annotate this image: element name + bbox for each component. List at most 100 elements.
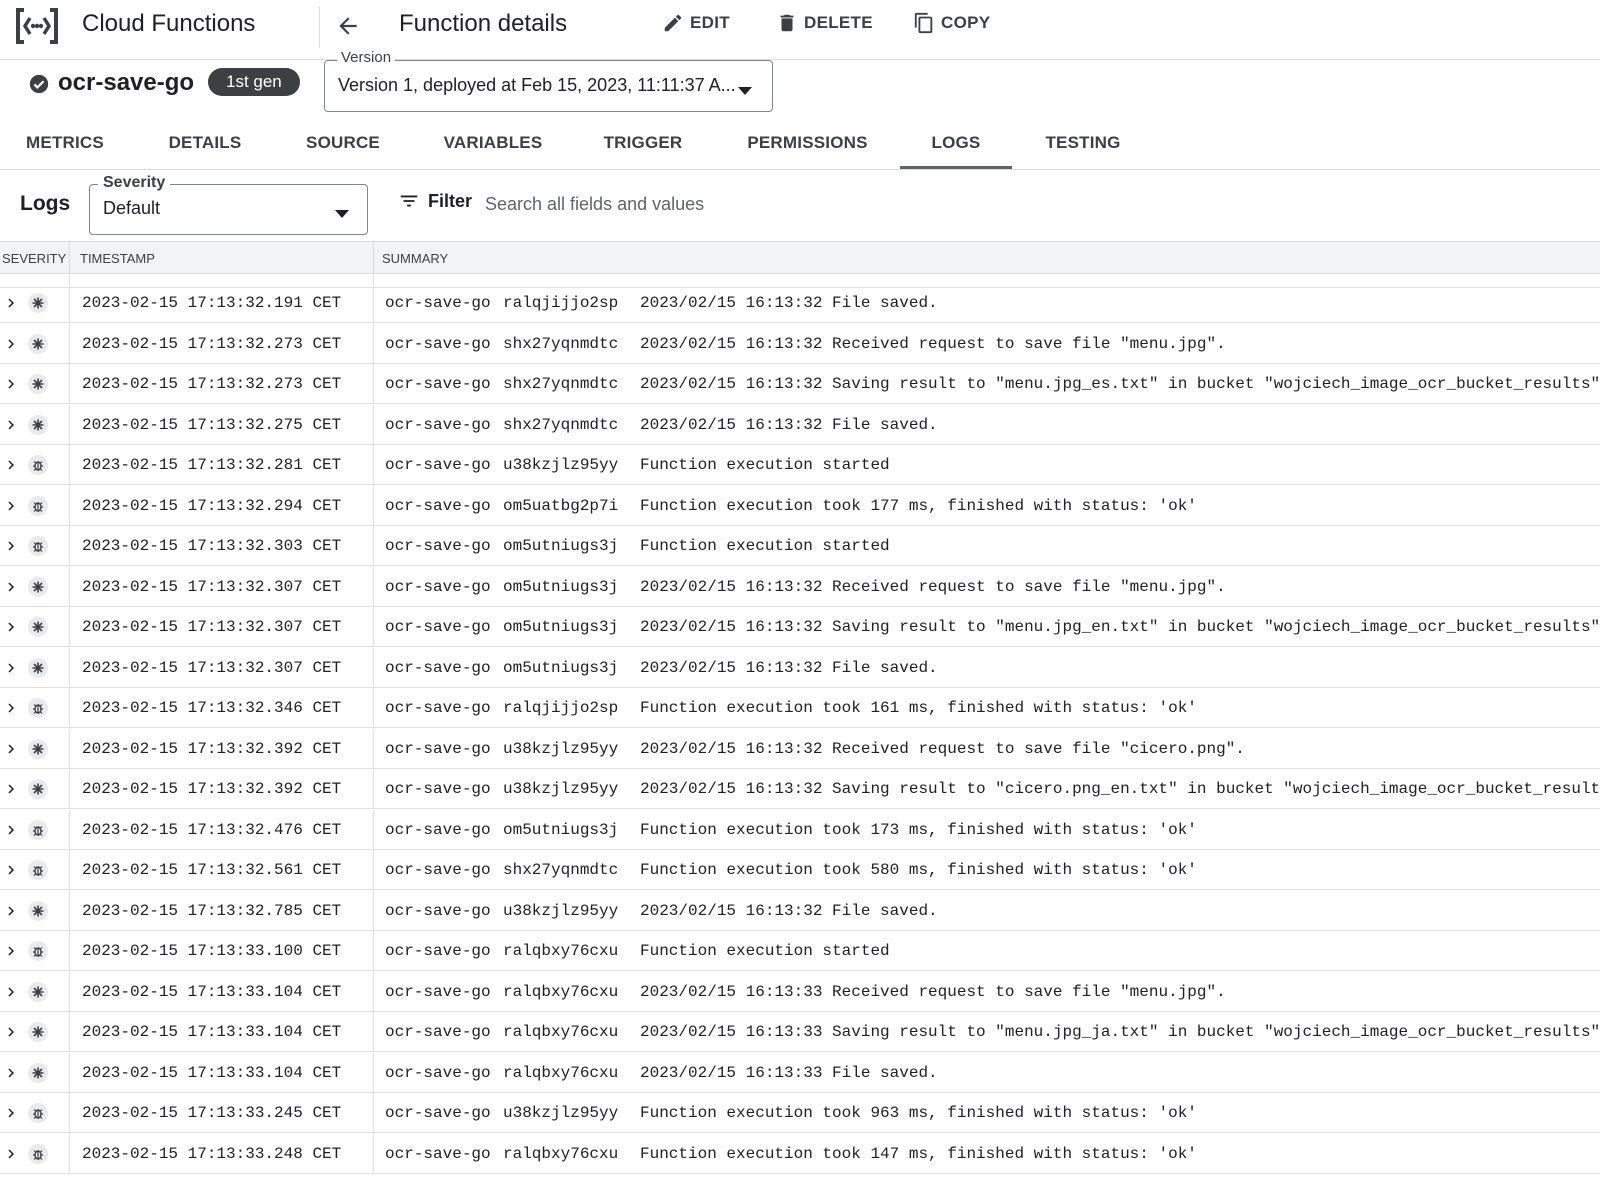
log-timestamp: 2023-02-15 17:13:32.476 CET (82, 820, 342, 839)
log-row[interactable]: 2023-02-15 17:13:32.561 CET ocr-save-go sh… (0, 850, 1600, 890)
chevron-right-icon[interactable] (2, 537, 20, 555)
column-divider (373, 931, 374, 971)
log-row[interactable]: 2023-02-15 17:13:32.273 CET ocr-save-go sh… (0, 323, 1600, 364)
column-divider (69, 283, 70, 323)
log-row[interactable]: 2023-02-15 17:13:32.346 CET ocr-save-go ra… (0, 688, 1600, 728)
chevron-right-icon[interactable] (2, 861, 20, 879)
log-row[interactable]: 2023-02-15 17:13:32.294 CET ocr-save-go om… (0, 485, 1600, 526)
log-execution-id: u38kzjlz95yy (503, 901, 619, 920)
log-row[interactable]: 2023-02-15 17:13:32.273 CET ocr-save-go sh… (0, 364, 1600, 404)
tab-logs[interactable]: LOGS (900, 117, 1012, 169)
severity-debug-icon (28, 860, 48, 880)
chevron-right-icon[interactable] (2, 1023, 20, 1041)
log-timestamp: 2023-02-15 17:13:32.281 CET (82, 456, 342, 474)
log-row[interactable]: 2023-02-15 17:13:32.191 CET ocr-save-go ra… (0, 283, 1600, 323)
column-divider (373, 809, 374, 850)
log-row[interactable]: 2023-02-15 17:13:33.245 CET ocr-save-go u3… (0, 1093, 1600, 1133)
log-row[interactable]: 2023-02-15 17:13:32.392 CET ocr-save-go u3… (0, 769, 1600, 809)
column-header-severity[interactable]: SEVERITY (2, 251, 66, 266)
log-row[interactable]: 2023-02-15 17:13:32.307 CET ocr-save-go om… (0, 566, 1600, 607)
log-row[interactable]: 2023-02-15 17:13:32.307 CET ocr-save-go om… (0, 647, 1600, 688)
tab-testing[interactable]: TESTING (1028, 117, 1138, 169)
chevron-right-icon[interactable] (2, 942, 20, 960)
column-divider (69, 728, 70, 769)
chevron-right-icon[interactable] (2, 497, 20, 515)
copy-button[interactable]: COPY (913, 12, 990, 34)
chevron-right-icon[interactable] (2, 375, 20, 393)
chevron-right-icon[interactable] (2, 659, 20, 677)
tab-variables[interactable]: VARIABLES (428, 117, 558, 169)
chevron-right-icon[interactable] (2, 780, 20, 798)
log-timestamp: 2023-02-15 17:13:32.307 CET (82, 618, 342, 636)
log-row[interactable]: 2023-02-15 17:13:33.248 CET ocr-save-go ra… (0, 1133, 1600, 1174)
column-header-summary[interactable]: SUMMARY (382, 251, 448, 266)
chevron-right-icon[interactable] (2, 578, 20, 596)
chevron-right-icon[interactable] (2, 699, 20, 717)
delete-button[interactable]: DELETE (776, 12, 873, 34)
log-row[interactable]: 2023-02-15 17:13:33.104 CET ocr-save-go ra… (0, 1052, 1600, 1093)
log-row[interactable]: 2023-02-15 17:13:33.104 CET ocr-save-go ra… (0, 971, 1600, 1012)
tab-permissions[interactable]: PERMISSIONS (735, 117, 880, 169)
page-title: Function details (399, 10, 568, 37)
cloud-functions-logo-icon[interactable] (14, 6, 60, 46)
tab-metrics[interactable]: METRICS (0, 117, 130, 169)
severity-default-icon (28, 657, 48, 678)
column-divider (373, 1133, 374, 1174)
logs-table-body[interactable]: 2023-02-15 17:13:32.191 CET ocr-save-go ra… (0, 274, 1600, 1179)
column-header-timestamp[interactable]: TIMESTAMP (80, 251, 155, 266)
column-divider (69, 850, 70, 890)
log-row[interactable]: 2023-02-15 17:13:32.281 CET ocr-save-go u3… (0, 445, 1600, 485)
chevron-right-icon[interactable] (2, 902, 20, 920)
product-title[interactable]: Cloud Functions (82, 10, 255, 38)
column-divider (373, 850, 374, 890)
tab-source[interactable]: SOURCE (278, 117, 408, 169)
log-function-name: ocr-save-go (385, 294, 491, 312)
severity-value: Default (103, 198, 161, 218)
chevron-right-icon[interactable] (2, 294, 20, 312)
chevron-right-icon[interactable] (2, 416, 20, 434)
search-input[interactable] (485, 189, 1085, 219)
version-select[interactable]: Version Version 1, deployed at Feb 15, 2… (324, 51, 773, 112)
chevron-right-icon[interactable] (2, 983, 20, 1001)
chevron-right-icon[interactable] (2, 740, 20, 758)
chevron-right-icon[interactable] (2, 1104, 20, 1122)
filter-button[interactable]: Filter (398, 190, 472, 212)
back-arrow-icon[interactable] (332, 10, 364, 42)
logs-title: Logs (20, 192, 71, 215)
trash-icon (780, 14, 794, 32)
log-row[interactable]: 2023-02-15 17:13:32.476 CET ocr-save-go om… (0, 809, 1600, 850)
severity-default-icon (28, 374, 48, 394)
log-message: 2023/02/15 16:13:32 File saved. (640, 658, 938, 677)
chevron-right-icon[interactable] (2, 821, 20, 839)
severity-select[interactable]: Severity Default (89, 174, 368, 235)
log-execution-id: shx27yqnmdtc (503, 415, 619, 434)
log-execution-id: om5utniugs3j (503, 618, 619, 636)
severity-debug-icon (28, 455, 48, 475)
log-row[interactable]: 2023-02-15 17:13:32.392 CET ocr-save-go u3… (0, 728, 1600, 769)
log-row[interactable]: 2023-02-15 17:13:32.785 CET ocr-save-go u3… (0, 890, 1600, 931)
log-function-name: ocr-save-go (385, 415, 491, 434)
log-execution-id: u38kzjlz95yy (503, 1104, 619, 1122)
chevron-right-icon[interactable] (2, 456, 20, 474)
log-execution-id: om5utniugs3j (503, 658, 619, 677)
tab-trigger[interactable]: TRIGGER (578, 117, 708, 169)
column-divider (69, 445, 70, 485)
log-row[interactable]: 2023-02-15 17:13:32.275 CET ocr-save-go sh… (0, 404, 1600, 445)
log-message: Function execution took 161 ms, finished… (640, 699, 1197, 717)
log-row[interactable]: 2023-02-15 17:13:33.104 CET ocr-save-go ra… (0, 1012, 1600, 1052)
chevron-right-icon[interactable] (2, 1064, 20, 1082)
log-message: Function execution took 963 ms, finished… (640, 1104, 1197, 1122)
log-timestamp: 2023-02-15 17:13:32.303 CET (82, 537, 342, 555)
log-row[interactable]: 2023-02-15 17:13:32.303 CET ocr-save-go om… (0, 526, 1600, 566)
log-function-name: ocr-save-go (385, 861, 491, 879)
log-row[interactable]: 2023-02-15 17:13:32.307 CET ocr-save-go om… (0, 607, 1600, 647)
log-row[interactable]: 2023-02-15 17:13:33.100 CET ocr-save-go ra… (0, 931, 1600, 971)
chevron-right-icon[interactable] (2, 618, 20, 636)
chevron-right-icon[interactable] (2, 1145, 20, 1163)
tab-details[interactable]: DETAILS (140, 117, 270, 169)
column-divider (373, 1093, 374, 1133)
chevron-right-icon[interactable] (2, 335, 20, 353)
edit-button[interactable]: EDIT (662, 12, 730, 34)
log-execution-id: om5utniugs3j (503, 537, 619, 555)
log-message: 2023/02/15 16:13:32 File saved. (640, 294, 938, 312)
